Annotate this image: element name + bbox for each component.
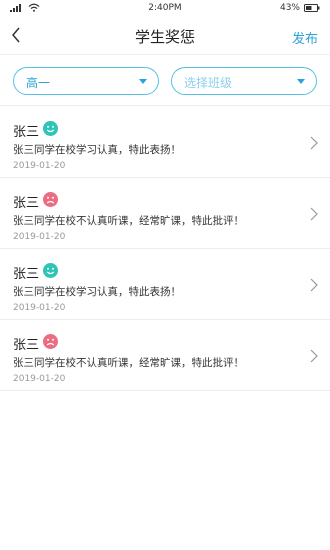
record-date: 2019-01-20 bbox=[13, 374, 66, 384]
publish-button[interactable]: 发布 bbox=[292, 28, 318, 47]
chevron-right-icon bbox=[310, 207, 318, 221]
chevron-right-icon bbox=[310, 349, 318, 363]
record-date: 2019-01-20 bbox=[13, 303, 66, 313]
battery-percent: 43% bbox=[279, 3, 300, 13]
student-name: 张三 bbox=[13, 125, 40, 140]
record-item[interactable]: 张三张三同学在校不认真听课，经常旷课，特此批评！ 2019-01-20 bbox=[0, 320, 330, 391]
student-name: 张三 bbox=[13, 196, 40, 211]
grade-dropdown-label: 高一 bbox=[26, 76, 51, 90]
class-dropdown[interactable]: 选择班级 bbox=[171, 67, 317, 95]
record-text: 张三同学在校不认真听课，经常旷课，特此批评！ bbox=[13, 357, 244, 369]
record-text: 张三同学在校不认真听课，经常旷课，特此批评！ bbox=[13, 215, 244, 227]
record-text: 张三同学在校学习认真，特此表扬！ bbox=[13, 144, 181, 156]
record-date: 2019-01-20 bbox=[13, 232, 66, 242]
status-bar: 2:40PM 43% bbox=[0, 0, 330, 16]
smiley-face-icon bbox=[43, 121, 58, 136]
record-item[interactable]: 张三张三同学在校不认真听课，经常旷课，特此批评！ 2019-01-20 bbox=[0, 178, 330, 249]
page-title: 学生奖惩 bbox=[134, 28, 195, 46]
battery-icon bbox=[304, 4, 320, 12]
student-name: 张三 bbox=[13, 338, 40, 353]
sad-face-icon bbox=[43, 192, 58, 207]
class-dropdown-placeholder: 选择班级 bbox=[184, 76, 233, 90]
sad-face-icon bbox=[43, 334, 58, 349]
chevron-right-icon bbox=[310, 136, 318, 150]
record-list: 张三 张三同学在校学习认真，特此表扬！ 2019-01-20 张三 张三同学在校不认真听… bbox=[0, 107, 330, 391]
caret-down-icon bbox=[139, 79, 147, 84]
student-name: 张三 bbox=[13, 267, 40, 282]
chevron-right-icon bbox=[310, 278, 318, 292]
smiley-face-icon bbox=[43, 263, 58, 278]
record-item[interactable]: 张三张三同学在校学习认真，特此表扬！ 2019-01-20 bbox=[0, 249, 330, 320]
caret-down-icon bbox=[297, 79, 305, 84]
record-date: 2019-01-20 bbox=[13, 161, 66, 171]
grade-dropdown[interactable]: 高一 bbox=[13, 67, 159, 95]
filter-row: 高一 选择班级 bbox=[0, 54, 330, 106]
record-item[interactable]: 张三张三同学在校学习认真，特此表扬！ 2019-01-20 bbox=[0, 107, 330, 178]
nav-bar: 学生奖惩 发布 bbox=[0, 18, 330, 54]
record-text: 张三同学在校学习认真，特此表扬！ bbox=[13, 286, 181, 298]
